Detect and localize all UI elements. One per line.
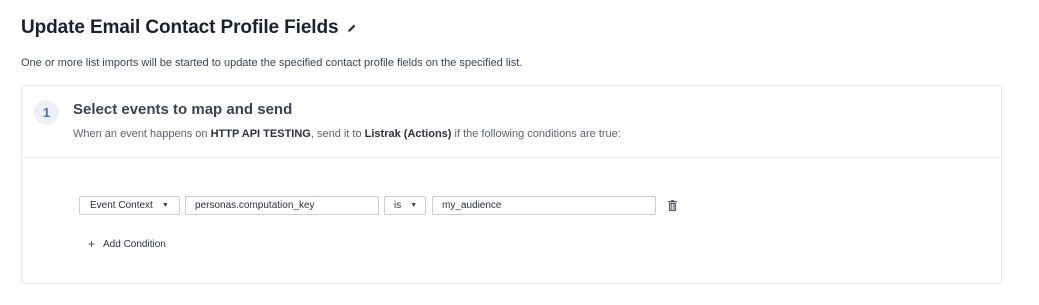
trash-icon[interactable] — [668, 200, 678, 211]
subtitle-prefix: When an event happens on — [73, 128, 211, 140]
step-subtitle: When an event happens on HTTP API TESTIN… — [73, 128, 621, 140]
caret-down-icon: ▼ — [410, 202, 418, 209]
caret-down-icon: ▼ — [161, 202, 169, 209]
source-name: HTTP API TESTING — [210, 128, 311, 140]
field-type-value: Event Context — [90, 200, 153, 211]
subtitle-suffix: if the following conditions are true: — [451, 128, 621, 140]
page-description: One or more list imports will be started… — [21, 57, 523, 69]
add-condition-button[interactable]: + Add Condition — [88, 237, 166, 251]
operator-select[interactable]: is ▼ — [384, 196, 426, 215]
page-header: Update Email Contact Profile Fields — [21, 17, 358, 39]
condition-key-input[interactable]: personas.computation_key — [185, 196, 379, 215]
field-type-select[interactable]: Event Context ▼ — [79, 196, 180, 215]
condition-value-input[interactable]: my_audience — [432, 196, 656, 215]
add-condition-label: Add Condition — [103, 238, 166, 250]
page-title: Update Email Contact Profile Fields — [21, 17, 339, 38]
plus-icon: + — [88, 237, 96, 251]
operator-value: is — [394, 200, 402, 211]
step-title: Select events to map and send — [73, 101, 293, 118]
step-number-badge: 1 — [34, 100, 59, 125]
condition-row: Event Context ▼ personas.computation_key… — [79, 196, 678, 215]
mapping-step-card: 1 Select events to map and send When an … — [21, 85, 1002, 284]
destination-name: Listrak (Actions) — [364, 128, 452, 140]
step-header: 1 Select events to map and send When an … — [22, 86, 1001, 158]
subtitle-middle: , send it to — [310, 128, 365, 140]
pencil-icon[interactable] — [346, 22, 358, 34]
